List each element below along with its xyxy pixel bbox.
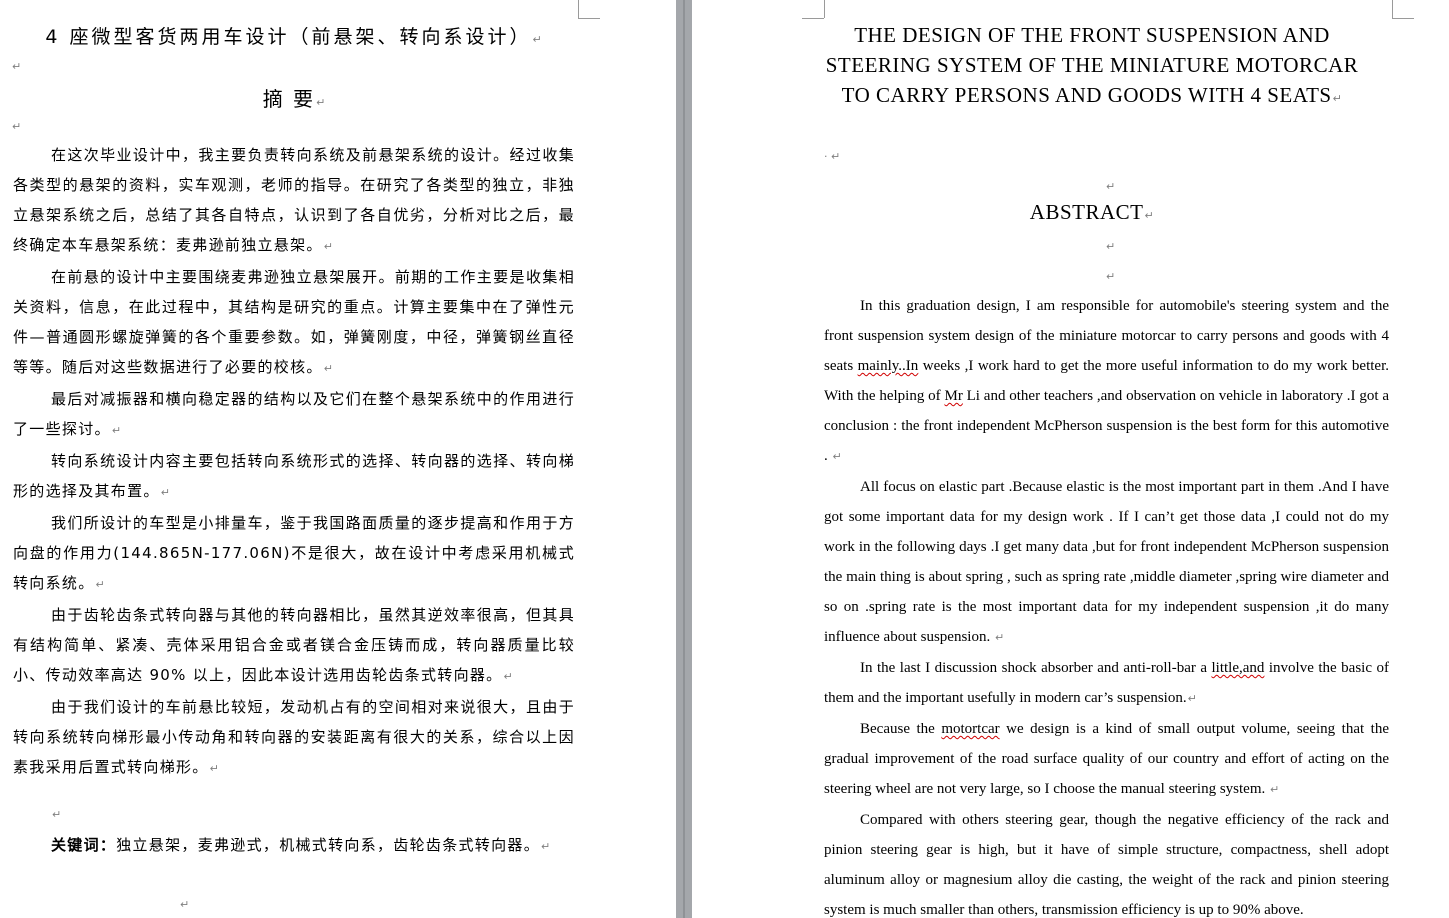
margin-corner-mark bbox=[578, 0, 579, 18]
chinese-paragraph: 由于我们设计的车前悬比较短，发动机占有的空间相对来说很大，且由于转向系统转向梯形… bbox=[13, 698, 575, 776]
margin-corner-mark bbox=[802, 18, 824, 19]
english-paragraph: In this graduation design, I am responsi… bbox=[824, 298, 1389, 464]
spelling-error[interactable]: motortcar bbox=[941, 721, 999, 737]
english-abstract-body: In this graduation design, I am responsi… bbox=[824, 291, 1389, 918]
keywords-label: 关键词： bbox=[51, 836, 117, 854]
paragraph-mark: ↵ bbox=[12, 60, 22, 73]
margin-corner-mark bbox=[578, 18, 600, 19]
chinese-paragraph: 最后对减振器和横向稳定器的结构以及它们在整个悬架系统中的作用进行了一些探讨。↵ bbox=[13, 390, 575, 438]
margin-corner-mark bbox=[824, 0, 825, 18]
chinese-keywords: 关键词：独立悬架，麦弗逊式，机械式转向系，齿轮齿条式转向器。↵ bbox=[51, 836, 552, 854]
paragraph-mark: ↵ bbox=[1106, 270, 1116, 283]
chinese-abstract-heading: 摘 要↵ bbox=[262, 87, 328, 111]
english-paragraph: In the last I discussion shock absorber … bbox=[824, 660, 1389, 706]
paragraph-mark: ↵ bbox=[1106, 240, 1116, 253]
english-title: THE DESIGN OF THE FRONT SUSPENSION AND S… bbox=[825, 23, 1359, 107]
english-paragraph: Because the motortcar we design is a kin… bbox=[824, 721, 1389, 797]
chinese-paragraph: 由于齿轮齿条式转向器与其他的转向器相比，虽然其逆效率很高，但其具有结构简单、紧凑… bbox=[13, 606, 575, 684]
paragraph-mark: ↵ bbox=[180, 898, 190, 911]
margin-corner-mark bbox=[1392, 0, 1393, 18]
chinese-title: 4 座微型客货两用车设计（前悬架、转向系设计）↵ bbox=[45, 26, 545, 48]
spelling-error[interactable]: Mr bbox=[944, 388, 962, 404]
english-paragraph: Compared with others steering gear, thou… bbox=[824, 812, 1389, 918]
paragraph-mark: ↵ bbox=[1106, 180, 1116, 193]
chinese-abstract-body: 在这次毕业设计中，我主要负责转向系统及前悬架系统的设计。经过收集各类型的悬架的资… bbox=[13, 140, 575, 784]
spelling-error[interactable]: little,and bbox=[1211, 660, 1264, 676]
english-paragraph: All focus on elastic part .Because elast… bbox=[824, 479, 1389, 645]
paragraph-mark: · ↵ bbox=[824, 150, 841, 163]
spelling-error[interactable]: mainly..In bbox=[858, 358, 919, 374]
english-abstract-heading: ABSTRACT↵ bbox=[1029, 200, 1155, 224]
chinese-paragraph: 在这次毕业设计中，我主要负责转向系统及前悬架系统的设计。经过收集各类型的悬架的资… bbox=[13, 146, 575, 254]
chinese-paragraph: 转向系统设计内容主要包括转向系统形式的选择、转向器的选择、转向梯形的选择及其布置… bbox=[13, 452, 575, 500]
paragraph-mark: ↵ bbox=[52, 808, 62, 821]
chinese-paragraph: 在前悬的设计中主要围绕麦弗逊独立悬架展开。前期的工作主要是收集相关资料，信息，在… bbox=[13, 268, 575, 376]
chinese-paragraph: 我们所设计的车型是小排量车，鉴于我国路面质量的逐步提高和作用于方向盘的作用力(1… bbox=[13, 514, 575, 592]
left-document-page: 4 座微型客货两用车设计（前悬架、转向系设计）↵ ↵ 摘 要↵ ↵ 在这次毕业设… bbox=[0, 0, 676, 918]
margin-corner-mark bbox=[1392, 18, 1414, 19]
right-document-page: THE DESIGN OF THE FRONT SUSPENSION AND S… bbox=[692, 0, 1449, 918]
page-gutter-divider bbox=[683, 0, 685, 918]
paragraph-mark: ↵ bbox=[12, 120, 22, 133]
